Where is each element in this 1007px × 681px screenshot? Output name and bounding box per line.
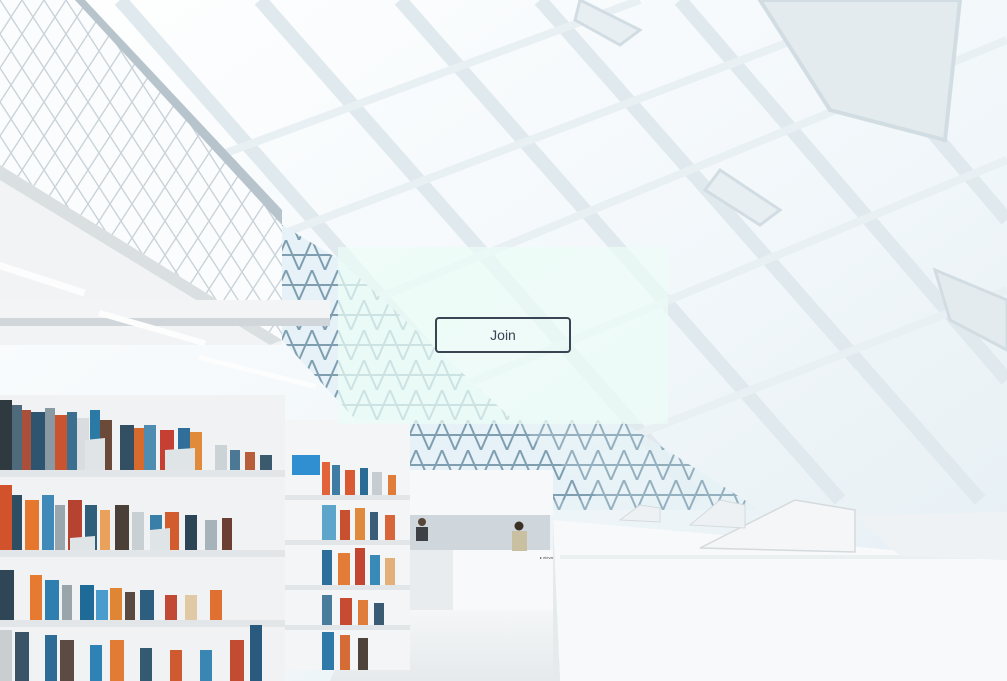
join-card: Join [338, 247, 668, 424]
join-page: ▸ elevators Join [0, 0, 1007, 681]
join-button[interactable]: Join [435, 317, 571, 353]
